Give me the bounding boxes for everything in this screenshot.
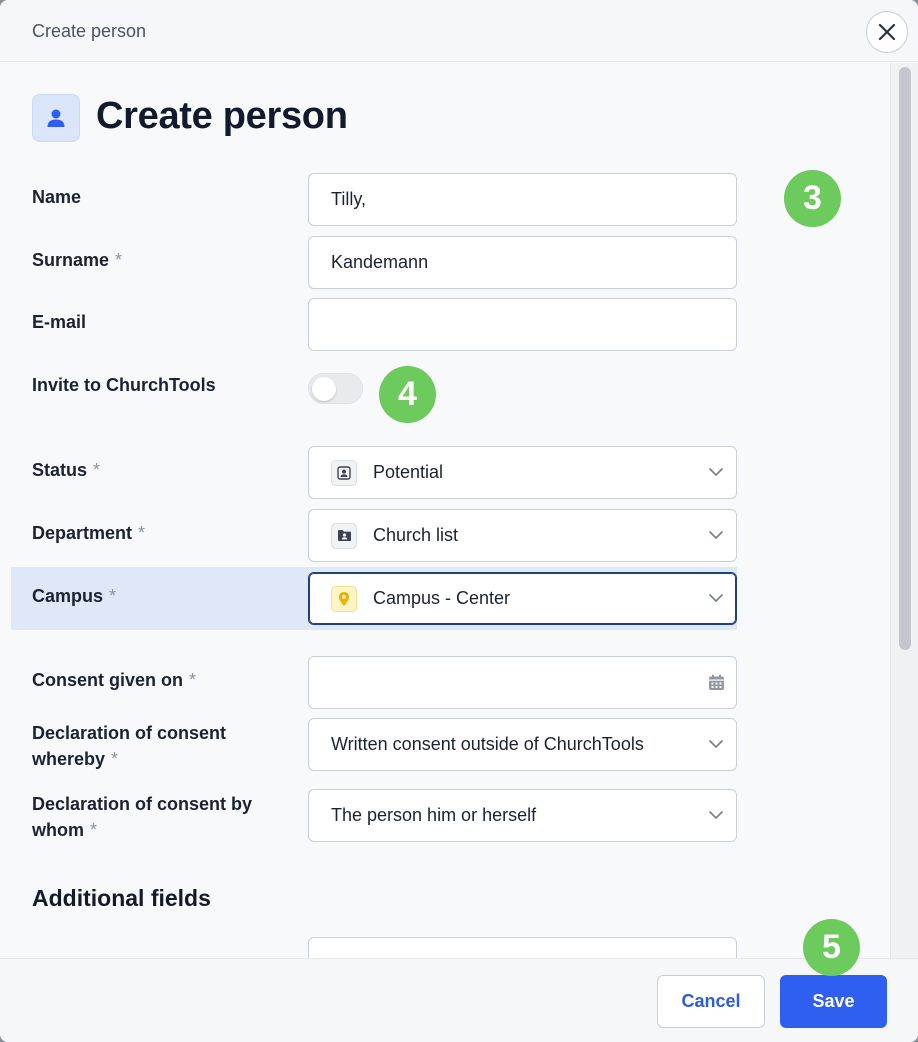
additional-fields-title: Additional fields bbox=[32, 885, 211, 911]
page-title: Create person bbox=[96, 95, 348, 137]
status-select[interactable]: Potential bbox=[308, 446, 737, 499]
close-button[interactable] bbox=[866, 11, 908, 53]
invite-label: Invite to ChurchTools bbox=[32, 375, 216, 395]
save-button[interactable]: Save bbox=[780, 975, 887, 1028]
dialog-footer: Cancel Save bbox=[0, 958, 918, 1042]
contact-card-icon bbox=[331, 459, 357, 486]
scrollbar[interactable] bbox=[890, 63, 918, 958]
step-badge-3: 3 bbox=[784, 170, 841, 227]
cancel-button[interactable]: Cancel bbox=[657, 975, 765, 1028]
invite-toggle[interactable] bbox=[308, 373, 363, 404]
consent-date-input[interactable] bbox=[308, 656, 737, 709]
campus-select[interactable]: Campus - Center bbox=[308, 572, 737, 625]
additional-field-input[interactable] bbox=[308, 937, 737, 958]
chevron-down-icon bbox=[696, 447, 736, 498]
map-pin-icon bbox=[331, 585, 357, 612]
chevron-down-icon bbox=[696, 573, 736, 624]
chevron-down-icon bbox=[696, 510, 736, 561]
department-select[interactable]: Church list bbox=[308, 509, 737, 562]
chevron-down-icon bbox=[696, 719, 736, 770]
email-input[interactable] bbox=[308, 298, 737, 351]
dialog-body: Create person Name Tilly, Surname * Kande… bbox=[0, 63, 890, 958]
consent-date-label: Consent given on * bbox=[32, 670, 197, 690]
scrollbar-thumb[interactable] bbox=[899, 67, 911, 650]
dialog-window-title: Create person bbox=[32, 21, 147, 41]
chevron-down-icon bbox=[696, 790, 736, 841]
email-label: E-mail bbox=[32, 312, 87, 332]
surname-label: Surname * bbox=[32, 250, 123, 270]
step-badge-5: 5 bbox=[803, 919, 860, 976]
step-badge-4: 4 bbox=[379, 366, 436, 423]
close-icon bbox=[878, 23, 896, 41]
status-label: Status * bbox=[32, 460, 101, 480]
dialog-header: Create person bbox=[0, 0, 918, 62]
name-label: Name bbox=[32, 187, 82, 207]
create-person-dialog: Create person Create person Name Tilly, … bbox=[0, 0, 918, 1042]
calendar-icon[interactable] bbox=[696, 657, 736, 708]
consent-whereby-label: Declaration of consent whereby * bbox=[32, 723, 227, 769]
consent-whereby-select[interactable]: Written consent outside of ChurchTools bbox=[308, 718, 737, 771]
name-input[interactable]: Tilly, bbox=[308, 173, 737, 226]
folder-person-icon bbox=[331, 522, 357, 549]
consent-by-whom-label: Declaration of consent by whom * bbox=[32, 794, 253, 840]
department-label: Department * bbox=[32, 523, 146, 543]
campus-label: Campus * bbox=[32, 586, 117, 606]
consent-by-whom-select[interactable]: The person him or herself bbox=[308, 789, 737, 842]
surname-input[interactable]: Kandemann bbox=[308, 236, 737, 289]
person-icon bbox=[32, 94, 80, 142]
toggle-knob bbox=[312, 377, 336, 401]
